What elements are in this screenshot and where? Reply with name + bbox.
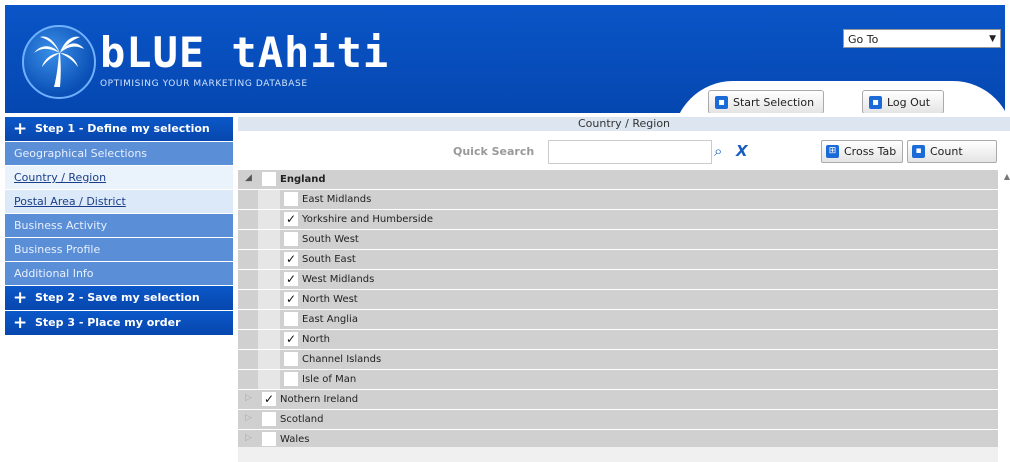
tree-label: North West [302,294,358,305]
expand-arrow-icon[interactable]: ▷ [245,413,252,423]
checkbox-england[interactable] [262,172,276,186]
sidebar-step-3[interactable]: + Step 3 - Place my order [5,311,233,336]
tree-row-child: East Midlands [238,190,998,210]
main-panel: Country / Region Quick Search ⌕ X ⊞ Cros… [238,117,1010,462]
sidebar-item-business-activity[interactable]: Business Activity [5,214,233,238]
sidebar-step-2-label: Step 2 - Save my selection [35,291,200,304]
tree-row-child: ✓ North [238,330,998,350]
tree-row-child: Channel Islands [238,350,998,370]
plus-icon: + [13,313,28,333]
tree-label: East Midlands [302,194,372,205]
start-selection-icon: ▪ [715,96,728,109]
tree-label: North [302,334,330,345]
expand-arrow-icon[interactable]: ▷ [245,393,252,403]
log-out-button[interactable]: ▪ Log Out [862,90,944,113]
brand-tagline: OPTIMISING YOUR MARKETING DATABASE [100,79,308,89]
checkbox[interactable] [284,232,298,246]
collapse-arrow-icon[interactable]: ◢ [245,173,252,183]
plus-icon: + [13,288,28,308]
checkbox[interactable]: ✓ [262,392,276,406]
tree-label: West Midlands [302,274,375,285]
count-icon: ▪ [912,145,925,158]
checkbox[interactable]: ✓ [284,252,298,266]
sidebar-item-additional-info[interactable]: Additional Info [5,262,233,286]
sidebar-step-2[interactable]: + Step 2 - Save my selection [5,286,233,311]
plus-icon: + [13,119,28,139]
checkbox[interactable]: ✓ [284,272,298,286]
palm-tree-logo [22,25,96,99]
tree-label: England [280,174,326,185]
tree-label: Yorkshire and Humberside [302,214,434,225]
sidebar-item-business-profile[interactable]: Business Profile [5,238,233,262]
checkbox[interactable] [262,432,276,446]
region-tree: ◢ England East Midlands ✓ Yorkshire and … [238,170,998,450]
cross-tab-button[interactable]: ⊞ Cross Tab [821,140,903,163]
goto-select[interactable]: Go To ▼ [843,29,1001,48]
checkbox[interactable]: ✓ [284,332,298,346]
tree-label: Nothern Ireland [280,394,359,405]
toolbar: Quick Search ⌕ X ⊞ Cross Tab ▪ Count [238,139,1010,165]
count-label: Count [930,145,963,158]
expand-arrow-icon[interactable]: ▷ [245,433,252,443]
start-selection-button[interactable]: ▪ Start Selection [708,90,824,113]
sidebar-item-geographical-selections[interactable]: Geographical Selections [5,142,233,166]
scroll-up-icon[interactable]: ▲ [1004,172,1010,181]
tree-row-child: ✓ Yorkshire and Humberside [238,210,998,230]
panel-title: Country / Region [238,117,1010,131]
sidebar-step-1-label: Step 1 - Define my selection [35,122,210,135]
quick-search-input[interactable] [548,140,712,164]
checkbox[interactable] [284,312,298,326]
cross-tab-icon: ⊞ [826,145,839,158]
count-button[interactable]: ▪ Count [907,140,997,163]
tree-row-northern-ireland: ▷ ✓ Nothern Ireland [238,390,998,410]
checkbox[interactable]: ✓ [284,212,298,226]
dropdown-arrow-icon: ▼ [989,34,996,44]
sidebar-step-3-label: Step 3 - Place my order [35,316,181,329]
checkbox[interactable]: ✓ [284,292,298,306]
app-header: bLUE tAhiti OPTIMISING YOUR MARKETING DA… [5,5,1005,113]
log-out-icon: ▪ [869,96,882,109]
start-selection-label: Start Selection [733,96,815,109]
sidebar: + Step 1 - Define my selection Geographi… [5,117,233,336]
checkbox[interactable] [284,352,298,366]
cross-tab-label: Cross Tab [844,145,897,158]
tree-label: Channel Islands [302,354,382,365]
tree-row-child: Isle of Man [238,370,998,390]
tree-label: East Anglia [302,314,358,325]
checkbox[interactable] [284,192,298,206]
checkbox[interactable] [284,372,298,386]
tree-label: Isle of Man [302,374,357,385]
sidebar-link-country-region[interactable]: Country / Region [5,166,233,190]
brand-name: bLUE tAhiti [100,28,390,77]
search-icon[interactable]: ⌕ [714,142,722,160]
tree-row-scotland: ▷ Scotland [238,410,998,430]
tree-label: South East [302,254,356,265]
tree-row-child: ✓ North West [238,290,998,310]
tree-label: Scotland [280,414,324,425]
sidebar-link-postal-area[interactable]: Postal Area / District [5,190,233,214]
clear-search-icon[interactable]: X [736,142,748,160]
tree-row-child: South West [238,230,998,250]
tree-row-child: East Anglia [238,310,998,330]
quick-search-label: Quick Search [453,145,535,158]
goto-select-value: Go To [848,33,879,46]
log-out-label: Log Out [887,96,931,109]
tree-footer [238,447,998,462]
tree-label: South West [302,234,359,245]
sidebar-step-1[interactable]: + Step 1 - Define my selection [5,117,233,142]
tree-row-england: ◢ England [238,170,998,190]
tree-row-child: ✓ West Midlands [238,270,998,290]
tree-row-child: ✓ South East [238,250,998,270]
checkbox[interactable] [262,412,276,426]
